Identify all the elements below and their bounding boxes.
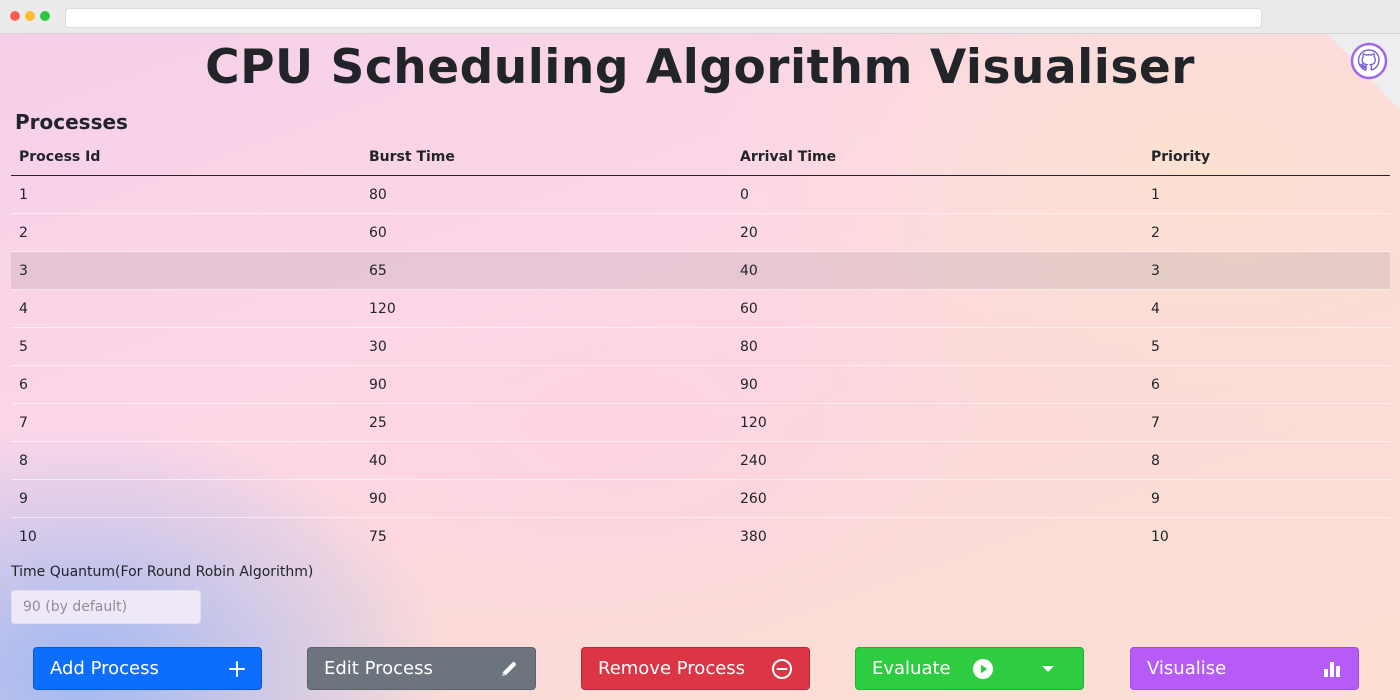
play-circle-icon (972, 658, 994, 680)
cell-burst-time: 25 (361, 403, 732, 442)
cell-priority: 7 (1143, 403, 1390, 442)
time-quantum-label: Time Quantum(For Round Robin Algorithm) (11, 564, 314, 580)
table-row[interactable]: 7 25 120 7 (11, 403, 1390, 442)
cell-burst-time: 60 (361, 213, 732, 252)
table-row[interactable]: 5 30 80 5 (11, 327, 1390, 366)
cell-arrival-time: 80 (732, 327, 1143, 366)
evaluate-label: Evaluate (872, 658, 951, 679)
cell-priority: 1 (1143, 175, 1390, 214)
cell-process-id: 10 (11, 517, 361, 555)
address-bar[interactable] (65, 8, 1262, 28)
window-close-button[interactable] (10, 11, 20, 21)
cell-priority: 10 (1143, 517, 1390, 555)
cell-priority: 9 (1143, 479, 1390, 518)
processes-table: Process Id Burst Time Arrival Time Prior… (11, 138, 1390, 555)
column-header-burst-time: Burst Time (361, 138, 732, 176)
remove-process-button[interactable]: Remove Process (581, 647, 810, 690)
cell-process-id: 5 (11, 327, 361, 366)
table-row[interactable]: 9 90 260 9 (11, 479, 1390, 518)
add-process-label: Add Process (50, 658, 159, 679)
visualise-label: Visualise (1147, 658, 1227, 679)
evaluate-dropdown-toggle[interactable] (1041, 648, 1055, 689)
cell-arrival-time: 60 (732, 289, 1143, 328)
column-header-process-id: Process Id (11, 138, 361, 176)
evaluate-button[interactable]: Evaluate (855, 647, 1084, 690)
bar-chart-icon (1322, 660, 1342, 678)
cell-priority: 6 (1143, 365, 1390, 404)
table-row[interactable]: 4 120 60 4 (11, 289, 1390, 328)
table-row[interactable]: 6 90 90 6 (11, 365, 1390, 404)
cell-burst-time: 30 (361, 327, 732, 366)
time-quantum-input[interactable] (11, 590, 201, 624)
table-row[interactable]: 2 60 20 2 (11, 213, 1390, 252)
cell-arrival-time: 40 (732, 251, 1143, 290)
table-row[interactable]: 10 75 380 10 (11, 517, 1390, 555)
minus-circle-icon (771, 658, 793, 680)
remove-process-label: Remove Process (598, 658, 746, 679)
table-row[interactable]: 1 80 0 1 (11, 175, 1390, 214)
column-header-arrival-time: Arrival Time (732, 138, 1143, 176)
cell-priority: 3 (1143, 251, 1390, 290)
table-header-row: Process Id Burst Time Arrival Time Prior… (11, 138, 1390, 176)
cell-arrival-time: 120 (732, 403, 1143, 442)
browser-toolbar (0, 0, 1400, 34)
processes-heading: Processes (15, 110, 128, 134)
cell-priority: 4 (1143, 289, 1390, 328)
plus-icon (229, 660, 245, 677)
cell-burst-time: 90 (361, 479, 732, 518)
page-title: CPU Scheduling Algorithm Visualiser (205, 40, 1195, 95)
cell-process-id: 6 (11, 365, 361, 404)
window-minimize-button[interactable] (25, 11, 35, 21)
cell-process-id: 9 (11, 479, 361, 518)
caret-down-icon (1042, 665, 1054, 672)
cell-process-id: 1 (11, 175, 361, 214)
cell-burst-time: 40 (361, 441, 732, 480)
cell-process-id: 7 (11, 403, 361, 442)
cell-process-id: 2 (11, 213, 361, 252)
cell-arrival-time: 90 (732, 365, 1143, 404)
cell-burst-time: 80 (361, 175, 732, 214)
cell-process-id: 3 (11, 251, 361, 290)
cell-process-id: 4 (11, 289, 361, 328)
table-row-highlighted[interactable]: 3 65 40 3 (11, 251, 1390, 290)
edit-process-button[interactable]: Edit Process (307, 647, 536, 690)
cell-priority: 2 (1143, 213, 1390, 252)
cell-priority: 8 (1143, 441, 1390, 480)
column-header-priority: Priority (1143, 138, 1390, 176)
cell-arrival-time: 380 (732, 517, 1143, 555)
pencil-icon (499, 659, 519, 679)
cell-arrival-time: 0 (732, 175, 1143, 214)
cell-arrival-time: 20 (732, 213, 1143, 252)
edit-process-label: Edit Process (324, 658, 433, 679)
cell-arrival-time: 240 (732, 441, 1143, 480)
cell-burst-time: 120 (361, 289, 732, 328)
visualise-button[interactable]: Visualise (1130, 647, 1359, 690)
page-content: CPU Scheduling Algorithm Visualiser Proc… (0, 34, 1400, 700)
add-process-button[interactable]: Add Process (33, 647, 262, 690)
cell-arrival-time: 260 (732, 479, 1143, 518)
cell-burst-time: 90 (361, 365, 732, 404)
cell-priority: 5 (1143, 327, 1390, 366)
window-maximize-button[interactable] (40, 11, 50, 21)
cell-burst-time: 65 (361, 251, 732, 290)
cell-burst-time: 75 (361, 517, 732, 555)
cell-process-id: 8 (11, 441, 361, 480)
table-row[interactable]: 8 40 240 8 (11, 441, 1390, 480)
